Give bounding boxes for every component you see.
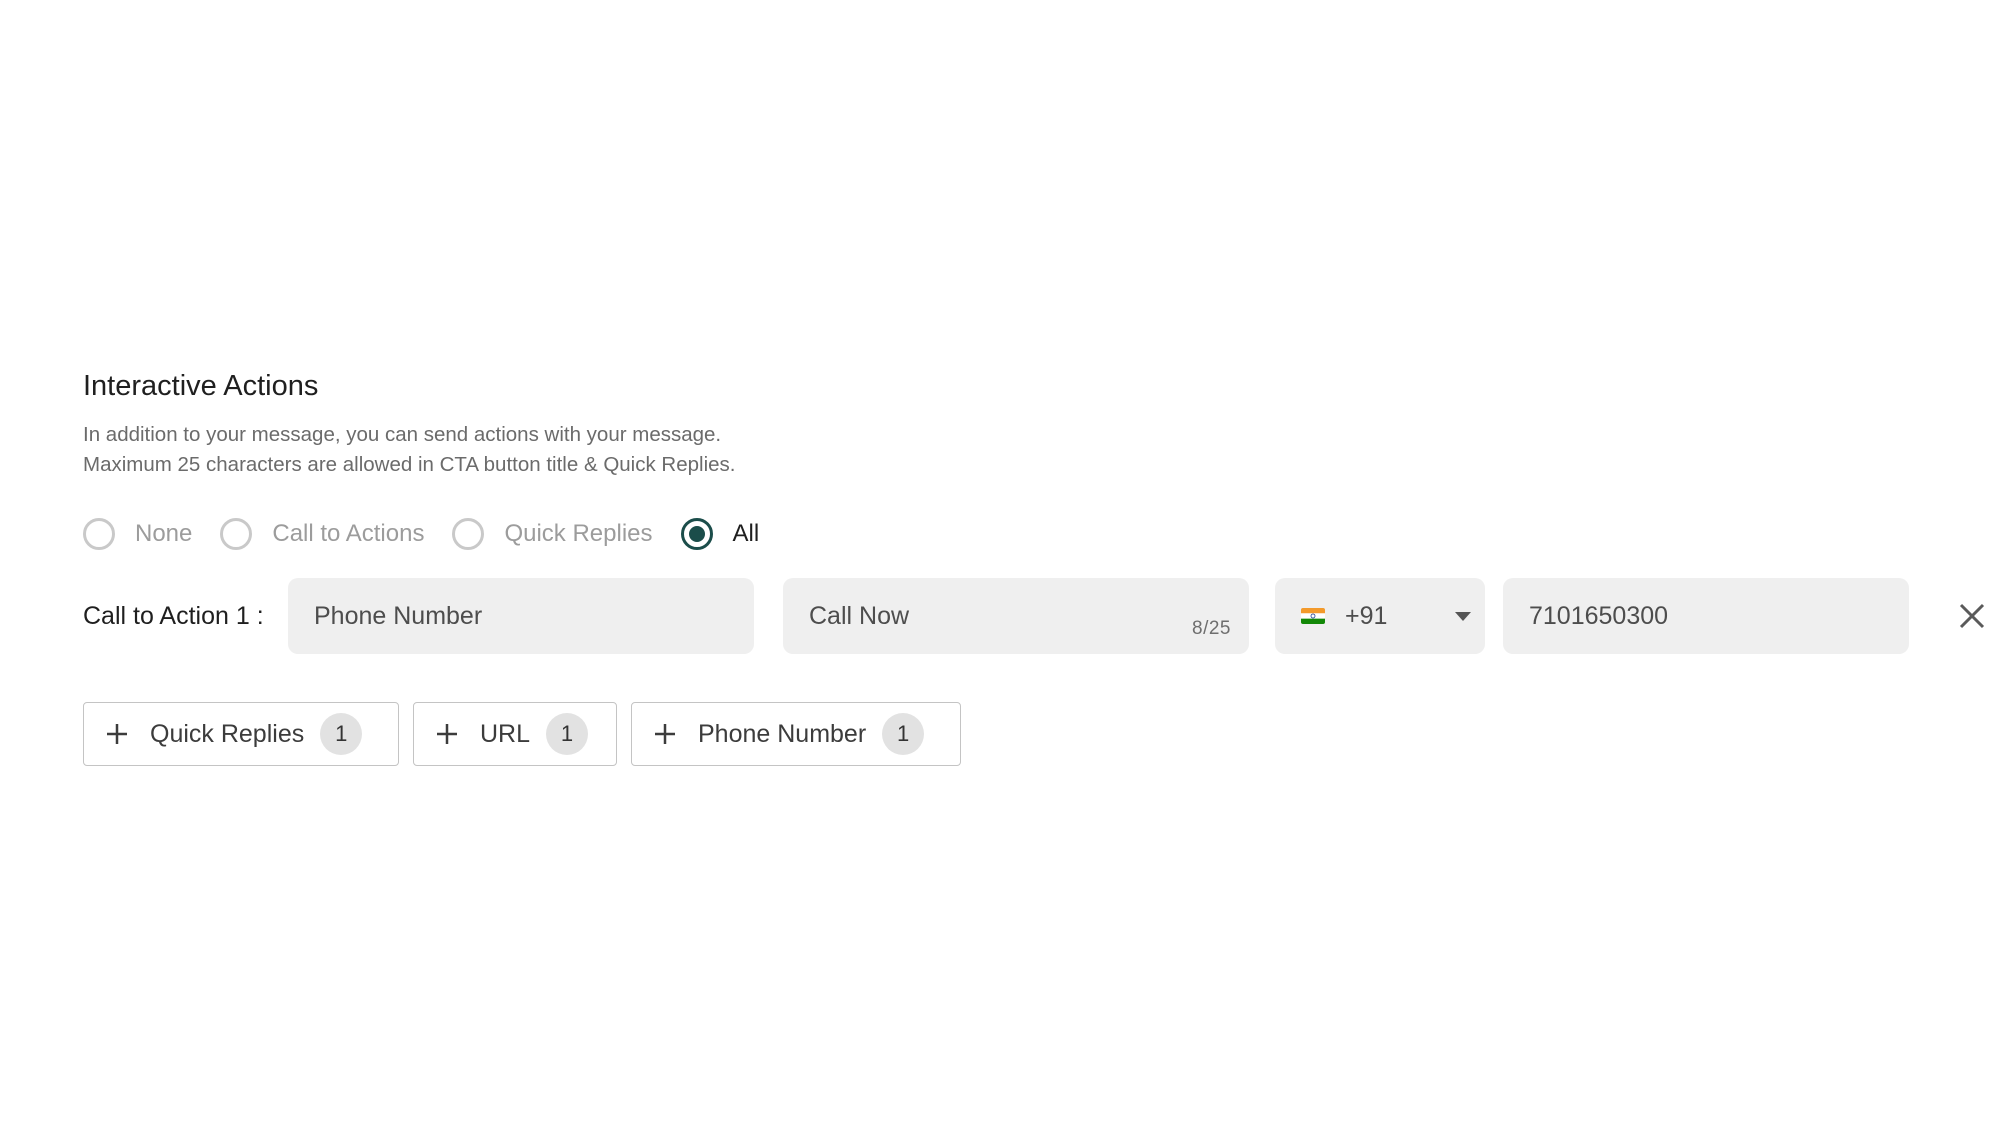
radio-label-all: All [732, 520, 760, 547]
cta-button-title-input[interactable]: Call Now 8/25 [783, 578, 1249, 654]
phone-number-input[interactable]: 7101650300 [1503, 578, 1909, 654]
section-description: In addition to your message, you can sen… [83, 420, 1983, 480]
call-to-action-row: Call to Action 1 : Phone Number Call Now… [83, 578, 2000, 654]
description-line-2: Maximum 25 characters are allowed in CTA… [83, 453, 736, 476]
count-badge: 1 [882, 713, 925, 755]
radio-option-quick-replies[interactable]: Quick Replies [452, 518, 653, 550]
cta-button-title-value: Call Now [809, 601, 910, 630]
count-badge: 1 [320, 713, 363, 755]
radio-label-quick-replies: Quick Replies [504, 520, 653, 547]
radio-button-call-to-actions[interactable] [220, 518, 253, 550]
radio-selected-dot [688, 526, 705, 542]
add-quick-replies-label: Quick Replies [150, 719, 305, 748]
phone-number-value: 7101650300 [1529, 601, 1669, 630]
radio-option-call-to-actions[interactable]: Call to Actions [220, 518, 424, 550]
radio-label-none: None [135, 520, 193, 547]
add-url-label: URL [480, 719, 531, 748]
plus-icon [107, 724, 127, 744]
radio-button-quick-replies[interactable] [452, 518, 485, 550]
radio-option-none[interactable]: None [83, 518, 192, 550]
radio-button-all[interactable] [680, 518, 713, 550]
description-line-1: In addition to your message, you can sen… [83, 423, 722, 446]
radio-option-all[interactable]: All [680, 518, 760, 550]
character-counter: 8/25 [1192, 618, 1231, 639]
add-phone-number-label: Phone Number [698, 719, 867, 748]
india-flag-icon [1301, 608, 1325, 624]
radio-button-none[interactable] [83, 518, 115, 550]
add-quick-replies-button[interactable]: Quick Replies 1 [83, 702, 399, 766]
radio-label-call-to-actions: Call to Actions [272, 520, 425, 547]
add-action-buttons: Quick Replies 1 URL 1 Phone Number 1 [83, 702, 975, 766]
close-icon[interactable] [1956, 600, 1988, 632]
action-type-radio-group: None Call to Actions Quick Replies All [83, 514, 787, 554]
plus-icon [655, 724, 675, 744]
cta-type-select[interactable]: Phone Number [288, 578, 754, 654]
call-to-action-label: Call to Action 1 : [83, 602, 264, 630]
cta-type-value: Phone Number [314, 601, 483, 630]
count-badge: 1 [546, 713, 589, 755]
interactive-actions-section: Interactive Actions In addition to your … [83, 366, 1985, 766]
country-code-select[interactable]: +91 [1275, 578, 1485, 654]
plus-icon [437, 724, 457, 744]
chevron-down-icon [1455, 611, 1471, 621]
add-url-button[interactable]: URL 1 [413, 702, 617, 766]
add-phone-number-button[interactable]: Phone Number 1 [631, 702, 961, 766]
country-code-value: +91 [1345, 601, 1388, 630]
section-title: Interactive Actions [83, 370, 319, 402]
